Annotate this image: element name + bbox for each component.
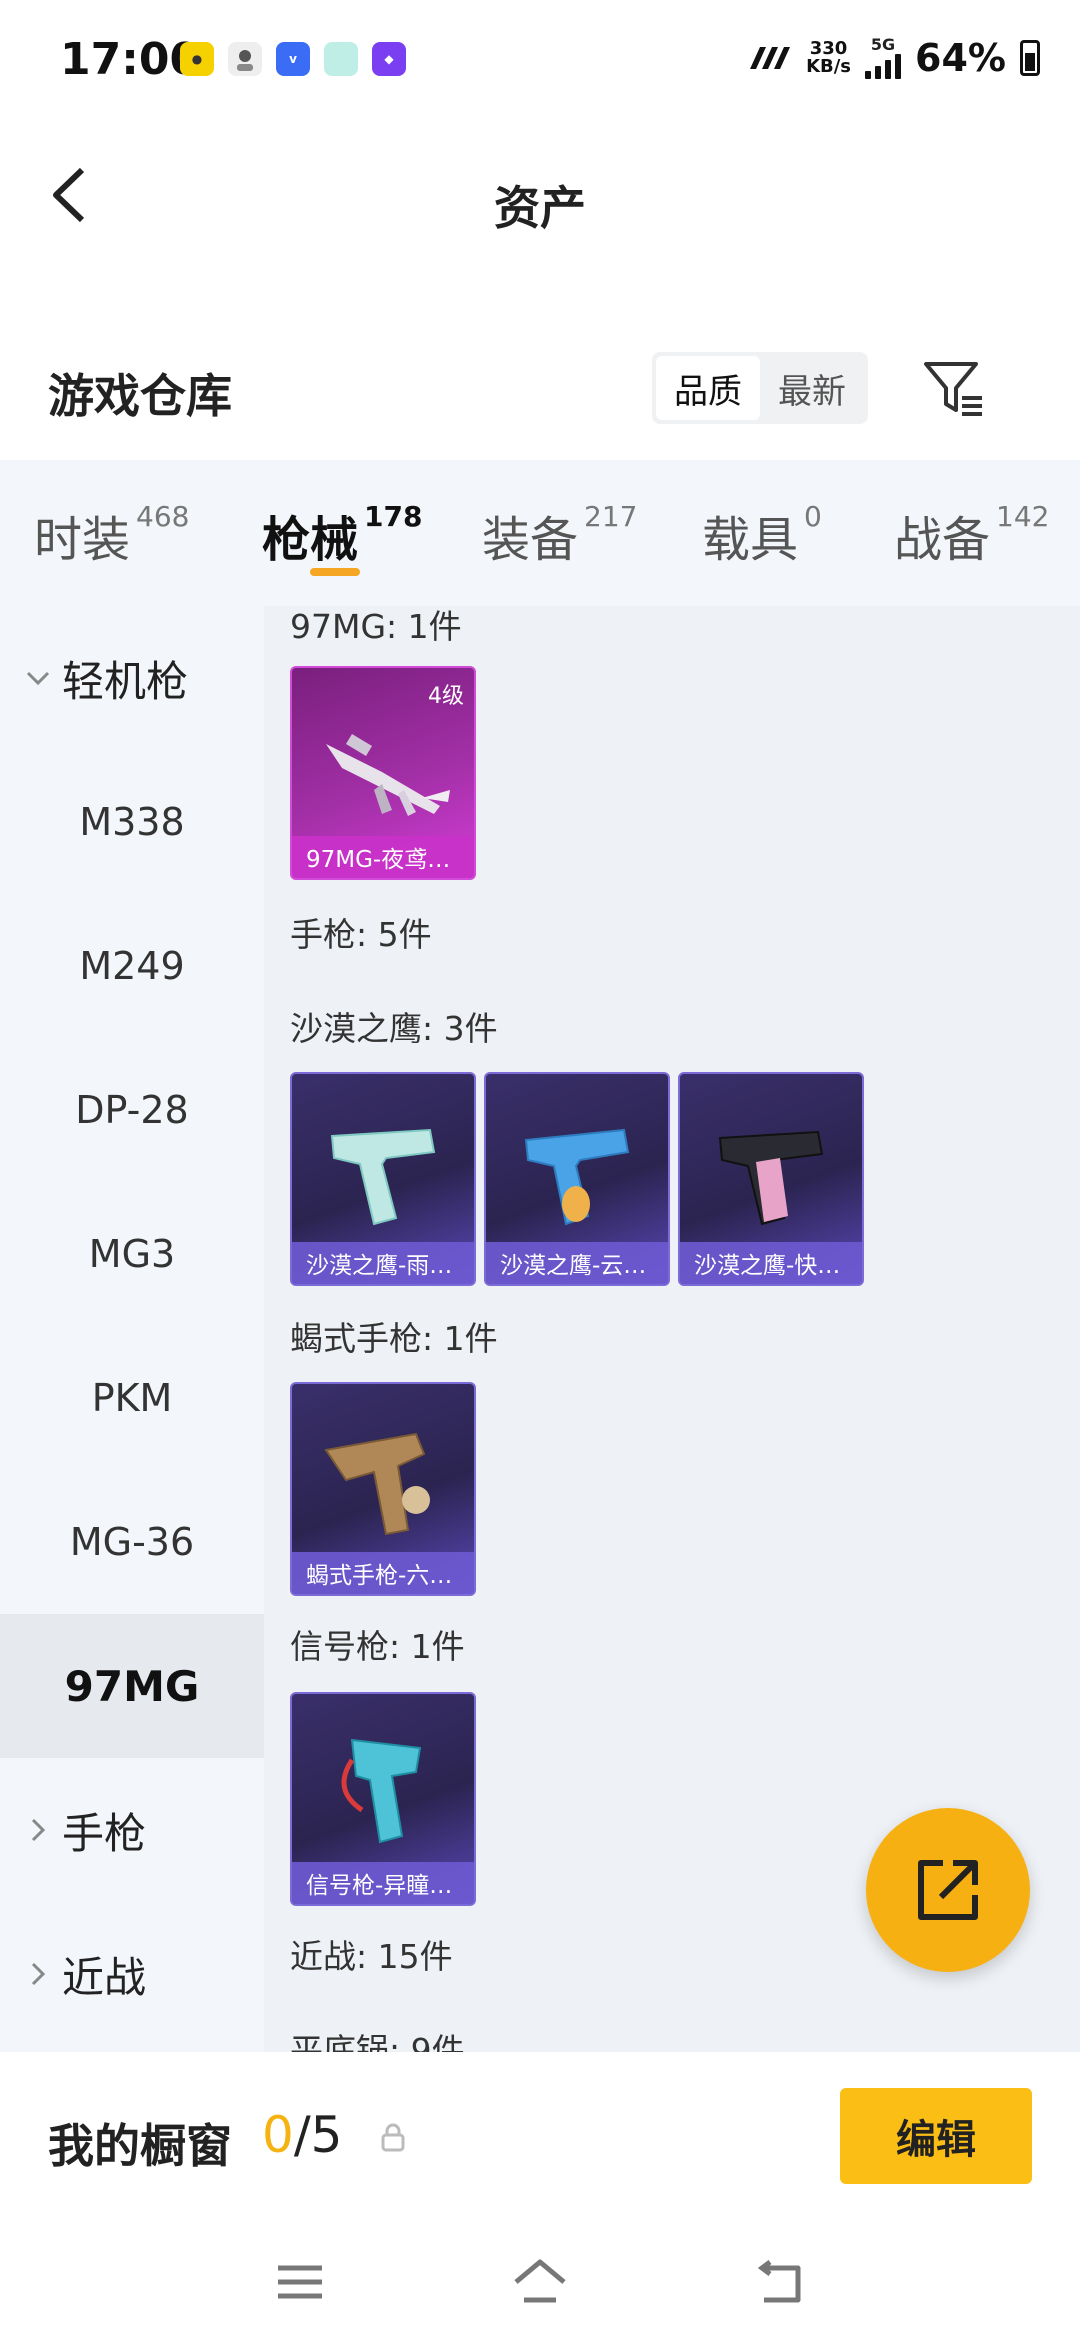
showcase-count: 0/5 xyxy=(262,2106,343,2164)
battery-icon xyxy=(1020,40,1040,76)
sidebar-group-melee[interactable]: 近战 xyxy=(0,1902,264,2046)
notification-icons: ● v ◆ xyxy=(180,42,406,76)
weapon-card[interactable]: 信号枪-异瞳… xyxy=(290,1692,476,1906)
sidebar-item-97mg[interactable]: 97MG xyxy=(0,1614,264,1758)
sidebar-item-pkm[interactable]: PKM xyxy=(0,1326,264,1470)
weapon-card[interactable]: 沙漠之鹰-雨… xyxy=(290,1072,476,1286)
sort-quality-button[interactable]: 品质 xyxy=(656,356,760,420)
card-name: 97MG-夜鸢… xyxy=(292,836,474,878)
category-tabs: 时装 468 枪械 178 装备 217 载具 0 战备 142 xyxy=(0,460,1080,606)
lock-icon xyxy=(381,2123,405,2152)
sidebar-item-mg36[interactable]: MG-36 xyxy=(0,1470,264,1614)
sidebar-item-m249[interactable]: M249 xyxy=(0,894,264,1038)
app-header: 资产 xyxy=(0,120,1080,270)
status-bar: 17:00 ● v ◆ 330 KB/s 5G 64% xyxy=(0,0,1080,120)
app3-notification-icon: ◆ xyxy=(372,42,406,76)
vivo-notification-icon: v xyxy=(276,42,310,76)
chevron-right-icon xyxy=(31,1962,46,1986)
sort-newest-button[interactable]: 最新 xyxy=(760,356,864,420)
signal-indicator: 5G xyxy=(865,37,902,79)
warehouse-title: 游戏仓库 xyxy=(48,369,232,423)
section-label-pistol: 手枪: 5件 xyxy=(290,915,432,954)
tab-equipment[interactable]: 装备 217 xyxy=(482,500,637,570)
flare-gun-image xyxy=(341,1738,422,1844)
pistol-image xyxy=(524,1128,630,1226)
section-label-97mg: 97MG: 1件 xyxy=(290,607,462,646)
app2-notification-icon xyxy=(324,42,358,76)
net-speed: 330 KB/s xyxy=(806,38,852,77)
weapon-card[interactable]: 4级 97MG-夜鸢… xyxy=(290,666,476,880)
section-label-flare: 信号枪: 1件 xyxy=(290,1627,465,1666)
avatar-notification-icon xyxy=(228,42,262,76)
pistol-image xyxy=(718,1130,824,1226)
sort-toggle: 品质 最新 xyxy=(652,352,868,424)
menu-icon[interactable] xyxy=(270,2252,330,2312)
status-right: 330 KB/s 5G 64% xyxy=(746,36,1040,80)
app-notification-icon: ● xyxy=(180,42,214,76)
showcase-title: 我的橱窗 xyxy=(48,2119,232,2173)
home-icon[interactable] xyxy=(510,2252,570,2312)
card-name: 沙漠之鹰-云… xyxy=(486,1242,668,1284)
sidebar-item-dp28[interactable]: DP-28 xyxy=(0,1038,264,1182)
warehouse-bar: 游戏仓库 品质 最新 xyxy=(0,320,1080,460)
tab-firearms[interactable]: 枪械 178 xyxy=(262,500,422,570)
sidebar-group-pistol[interactable]: 手枪 xyxy=(0,1758,264,1902)
share-fab-button[interactable] xyxy=(866,1808,1030,1972)
chevron-down-icon xyxy=(26,671,50,686)
sidebar-group-lmg[interactable]: 轻机枪 xyxy=(0,606,264,750)
section-label-deagle: 沙漠之鹰: 3件 xyxy=(290,1009,498,1048)
weapon-card[interactable]: 沙漠之鹰-快… xyxy=(678,1072,864,1286)
machine-gun-image xyxy=(326,734,450,816)
sidebar-item-mg3[interactable]: MG3 xyxy=(0,1182,264,1326)
share-external-icon xyxy=(918,1860,978,1920)
card-name: 沙漠之鹰-雨… xyxy=(292,1242,474,1284)
weapon-card[interactable]: 沙漠之鹰-云… xyxy=(484,1072,670,1286)
pistol-image xyxy=(324,1432,430,1536)
tab-vehicles[interactable]: 载具 0 xyxy=(702,500,822,570)
page-title: 资产 xyxy=(494,181,586,235)
sidebar-item-m338[interactable]: M338 xyxy=(0,750,264,894)
section-label-scorpion: 蝎式手枪: 1件 xyxy=(290,1319,498,1358)
weapon-sidebar: 轻机枪 M338 M249 DP-28 MG3 PKM MG-36 97MG 手… xyxy=(0,606,264,2052)
carrier-icon xyxy=(750,47,791,69)
card-name: 沙漠之鹰-快… xyxy=(680,1242,862,1284)
tab-supplies[interactable]: 战备 142 xyxy=(894,500,1049,570)
weapon-card[interactable]: 蝎式手枪-六… xyxy=(290,1382,476,1596)
edit-button[interactable]: 编辑 xyxy=(840,2088,1032,2184)
section-label-melee: 近战: 15件 xyxy=(290,1937,453,1976)
section-label-pan: 平底锅: 9件 xyxy=(290,2031,465,2052)
battery-percent: 64% xyxy=(915,36,1006,80)
pistol-image xyxy=(330,1128,436,1226)
card-name: 信号枪-异瞳… xyxy=(292,1862,474,1904)
chevron-right-icon xyxy=(31,1818,46,1842)
filter-icon[interactable] xyxy=(920,356,986,422)
back-icon[interactable] xyxy=(750,2252,810,2312)
system-navbar xyxy=(0,2222,1080,2344)
tab-fashion[interactable]: 时装 468 xyxy=(34,500,189,570)
active-tab-indicator xyxy=(310,568,360,576)
card-name: 蝎式手枪-六… xyxy=(292,1552,474,1594)
showcase-bar: 我的橱窗 0/5 编辑 xyxy=(0,2052,1080,2222)
